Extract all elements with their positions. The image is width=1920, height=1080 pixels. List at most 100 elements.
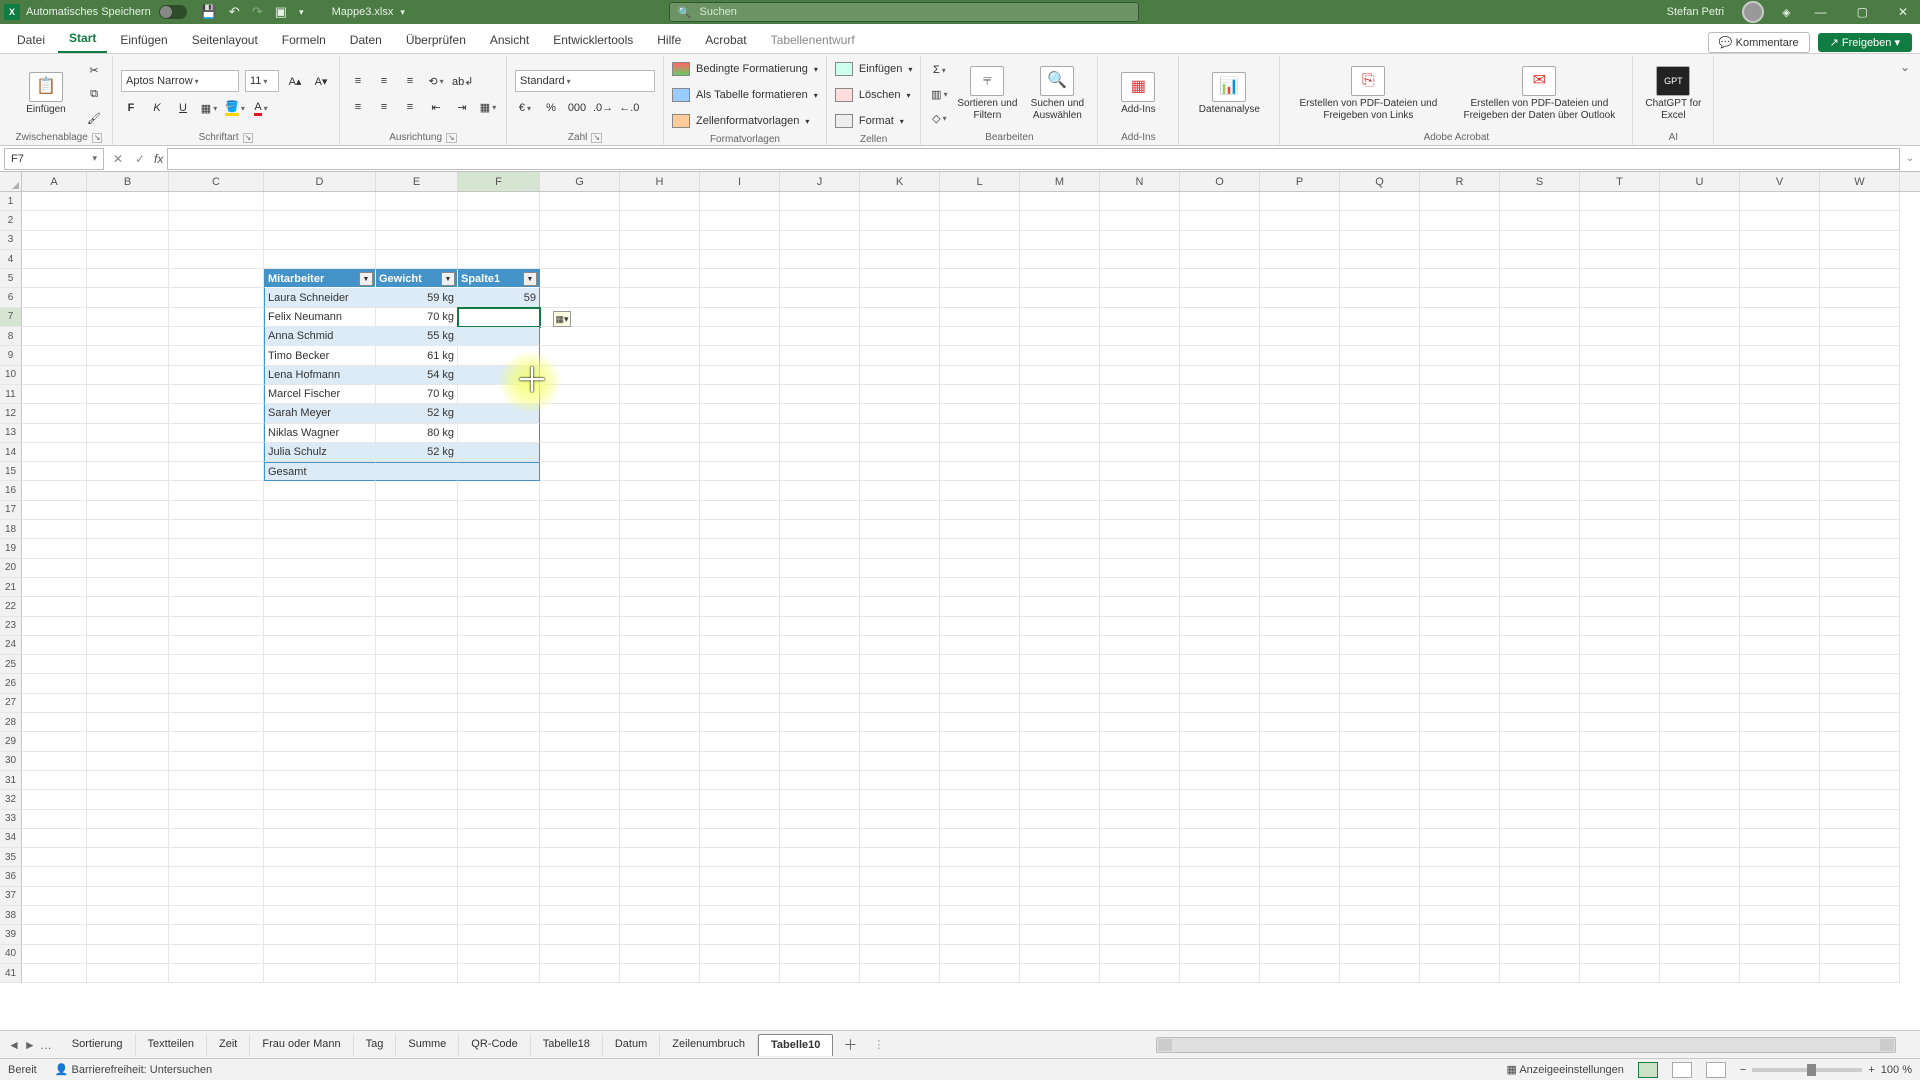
- cell-U3[interactable]: [1660, 231, 1740, 250]
- font-size-select[interactable]: 11: [245, 70, 279, 92]
- cell-V39[interactable]: [1740, 925, 1820, 944]
- cell-N36[interactable]: [1100, 867, 1180, 886]
- cell-S32[interactable]: [1500, 790, 1580, 809]
- cell-T4[interactable]: [1580, 250, 1660, 269]
- cell-N16[interactable]: [1100, 481, 1180, 500]
- cell-G11[interactable]: [540, 385, 620, 404]
- cell-N14[interactable]: [1100, 443, 1180, 462]
- cell-P4[interactable]: [1260, 250, 1340, 269]
- cell-E1[interactable]: [376, 192, 458, 211]
- cell-N12[interactable]: [1100, 404, 1180, 423]
- cell-C3[interactable]: [169, 231, 264, 250]
- cell-S9[interactable]: [1500, 346, 1580, 365]
- cell-V19[interactable]: [1740, 539, 1820, 558]
- cell-J9[interactable]: [780, 346, 860, 365]
- cell-U2[interactable]: [1660, 211, 1740, 230]
- cell-H35[interactable]: [620, 848, 700, 867]
- cell-O15[interactable]: [1180, 462, 1260, 481]
- cell-Q21[interactable]: [1340, 578, 1420, 597]
- cell-M21[interactable]: [1020, 578, 1100, 597]
- cell-Q19[interactable]: [1340, 539, 1420, 558]
- cell-F22[interactable]: [458, 597, 540, 616]
- cell-Q20[interactable]: [1340, 559, 1420, 578]
- row-header[interactable]: 29: [0, 732, 22, 751]
- cell-S25[interactable]: [1500, 655, 1580, 674]
- border-button[interactable]: ▦: [199, 98, 219, 118]
- cell-A38[interactable]: [22, 906, 87, 925]
- cell-I17[interactable]: [700, 501, 780, 520]
- cell-R35[interactable]: [1420, 848, 1500, 867]
- cell-O17[interactable]: [1180, 501, 1260, 520]
- cell-D11[interactable]: Marcel Fischer: [264, 385, 376, 404]
- row-header[interactable]: 18: [0, 520, 22, 539]
- cell-I28[interactable]: [700, 713, 780, 732]
- cell-F28[interactable]: [458, 713, 540, 732]
- cell-Q17[interactable]: [1340, 501, 1420, 520]
- col-header-S[interactable]: S: [1500, 172, 1580, 191]
- cell-L38[interactable]: [940, 906, 1020, 925]
- cell-A1[interactable]: [22, 192, 87, 211]
- cell-L14[interactable]: [940, 443, 1020, 462]
- cell-J4[interactable]: [780, 250, 860, 269]
- font-name-select[interactable]: Aptos Narrow: [121, 70, 239, 92]
- cell-P1[interactable]: [1260, 192, 1340, 211]
- cell-N20[interactable]: [1100, 559, 1180, 578]
- cell-D26[interactable]: [264, 674, 376, 693]
- cell-P27[interactable]: [1260, 694, 1340, 713]
- cell-E21[interactable]: [376, 578, 458, 597]
- cell-B6[interactable]: [87, 288, 169, 307]
- row-header[interactable]: 15: [0, 462, 22, 481]
- cell-P28[interactable]: [1260, 713, 1340, 732]
- cell-K34[interactable]: [860, 829, 940, 848]
- row-header[interactable]: 13: [0, 424, 22, 443]
- cell-M30[interactable]: [1020, 752, 1100, 771]
- cell-W14[interactable]: [1820, 443, 1900, 462]
- cell-U34[interactable]: [1660, 829, 1740, 848]
- zoom-in-button[interactable]: +: [1868, 1064, 1874, 1076]
- cell-C18[interactable]: [169, 520, 264, 539]
- cell-T20[interactable]: [1580, 559, 1660, 578]
- cell-S36[interactable]: [1500, 867, 1580, 886]
- cell-Q12[interactable]: [1340, 404, 1420, 423]
- cell-I7[interactable]: [700, 308, 780, 327]
- cell-J20[interactable]: [780, 559, 860, 578]
- cell-R10[interactable]: [1420, 366, 1500, 385]
- cell-O10[interactable]: [1180, 366, 1260, 385]
- cell-O7[interactable]: [1180, 308, 1260, 327]
- cell-M10[interactable]: [1020, 366, 1100, 385]
- cell-R18[interactable]: [1420, 520, 1500, 539]
- menu-tab-acrobat[interactable]: Acrobat: [694, 27, 757, 53]
- cell-J30[interactable]: [780, 752, 860, 771]
- cell-T26[interactable]: [1580, 674, 1660, 693]
- cell-S24[interactable]: [1500, 636, 1580, 655]
- cell-L40[interactable]: [940, 945, 1020, 964]
- cell-J23[interactable]: [780, 617, 860, 636]
- cell-P11[interactable]: [1260, 385, 1340, 404]
- cell-G20[interactable]: [540, 559, 620, 578]
- cell-P30[interactable]: [1260, 752, 1340, 771]
- row-header[interactable]: 21: [0, 578, 22, 597]
- col-header-D[interactable]: D: [264, 172, 376, 191]
- cell-L28[interactable]: [940, 713, 1020, 732]
- cell-A9[interactable]: [22, 346, 87, 365]
- cell-E15[interactable]: [376, 462, 458, 481]
- cell-T15[interactable]: [1580, 462, 1660, 481]
- cell-O33[interactable]: [1180, 810, 1260, 829]
- cell-B14[interactable]: [87, 443, 169, 462]
- bold-button[interactable]: F: [121, 98, 141, 118]
- cell-L29[interactable]: [940, 732, 1020, 751]
- cell-J39[interactable]: [780, 925, 860, 944]
- cell-A23[interactable]: [22, 617, 87, 636]
- cell-Q23[interactable]: [1340, 617, 1420, 636]
- cell-J11[interactable]: [780, 385, 860, 404]
- cell-F24[interactable]: [458, 636, 540, 655]
- cell-K27[interactable]: [860, 694, 940, 713]
- cell-A15[interactable]: [22, 462, 87, 481]
- cell-I8[interactable]: [700, 327, 780, 346]
- cell-A36[interactable]: [22, 867, 87, 886]
- cell-T31[interactable]: [1580, 771, 1660, 790]
- cell-M15[interactable]: [1020, 462, 1100, 481]
- cell-Q6[interactable]: [1340, 288, 1420, 307]
- close-button[interactable]: ✕: [1892, 5, 1914, 19]
- cell-B23[interactable]: [87, 617, 169, 636]
